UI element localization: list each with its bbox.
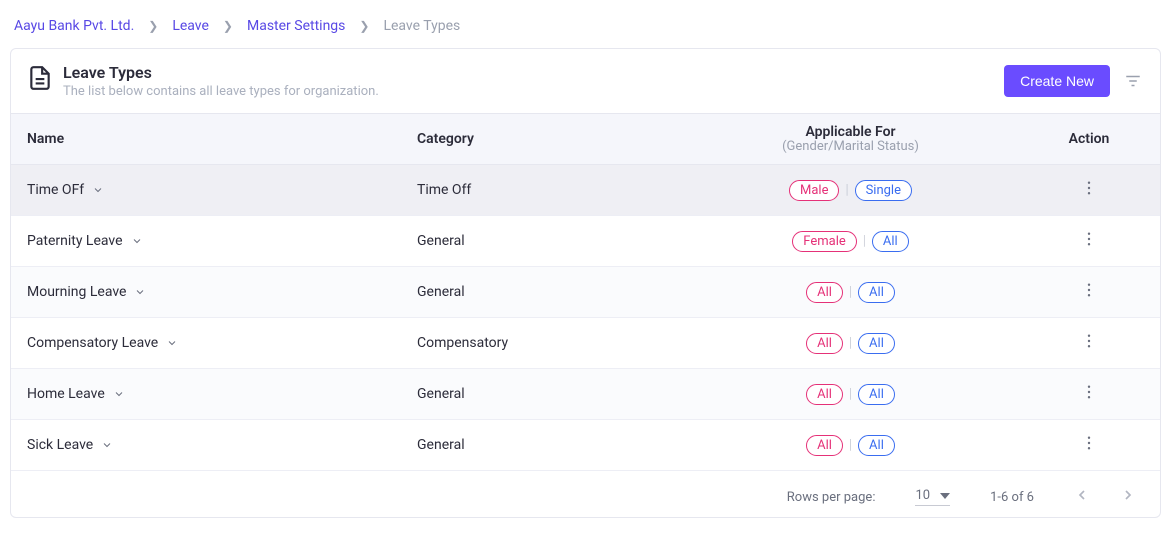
row-action: [1034, 434, 1144, 456]
marital-badge: All: [858, 435, 895, 456]
row-action: [1034, 179, 1144, 201]
gender-badge: All: [806, 282, 843, 303]
badge-divider: |: [849, 437, 852, 453]
leave-type-name: Compensatory Leave: [27, 335, 158, 351]
leave-type-name: Mourning Leave: [27, 284, 126, 300]
row-name-cell[interactable]: Paternity Leave: [27, 233, 417, 249]
row-action-menu[interactable]: [1080, 230, 1098, 252]
row-category: Time Off: [417, 182, 667, 198]
rows-per-page-select[interactable]: 10: [915, 488, 950, 506]
row-applicable: All | All: [667, 435, 1034, 456]
marital-badge: All: [858, 282, 895, 303]
row-applicable: Male | Single: [667, 180, 1034, 201]
table-row: Mourning Leave General All | All: [11, 267, 1160, 318]
table-row: Home Leave General All | All: [11, 369, 1160, 420]
row-applicable: All | All: [667, 282, 1034, 303]
page-title: Leave Types: [63, 63, 379, 82]
breadcrumb-link[interactable]: Leave: [172, 18, 209, 34]
marital-badge: All: [858, 384, 895, 405]
row-name-cell[interactable]: Home Leave: [27, 386, 417, 402]
column-header-name: Name: [27, 131, 417, 147]
row-action-menu[interactable]: [1080, 332, 1098, 354]
row-name-cell[interactable]: Compensatory Leave: [27, 335, 417, 351]
chevron-right-icon: ❯: [359, 19, 369, 33]
row-action-menu[interactable]: [1080, 179, 1098, 201]
chevron-right-icon: ❯: [148, 19, 158, 33]
marital-badge: All: [872, 231, 909, 252]
gender-badge: All: [806, 435, 843, 456]
row-action: [1034, 332, 1144, 354]
pagination-range: 1-6 of 6: [990, 490, 1034, 505]
chevron-down-icon: [92, 184, 104, 196]
marital-badge: All: [858, 333, 895, 354]
row-name-cell[interactable]: Time OFf: [27, 182, 417, 198]
row-applicable: All | All: [667, 384, 1034, 405]
row-category: General: [417, 437, 667, 453]
row-action-menu[interactable]: [1080, 281, 1098, 303]
badge-divider: |: [849, 335, 852, 351]
table-row: Time OFf Time Off Male | Single: [11, 165, 1160, 216]
breadcrumb-link[interactable]: Aayu Bank Pvt. Ltd.: [14, 18, 134, 34]
row-name-cell[interactable]: Mourning Leave: [27, 284, 417, 300]
document-icon: [27, 65, 53, 91]
chevron-down-icon: [166, 337, 178, 349]
chevron-down-icon: [113, 388, 125, 400]
breadcrumb-current: Leave Types: [383, 18, 460, 34]
gender-badge: All: [806, 333, 843, 354]
card-header: Leave Types The list below contains all …: [11, 49, 1160, 114]
row-name-cell[interactable]: Sick Leave: [27, 437, 417, 453]
table-row: Paternity Leave General Female | All: [11, 216, 1160, 267]
chevron-down-icon: [131, 235, 143, 247]
pagination-prev[interactable]: [1074, 487, 1090, 507]
row-action: [1034, 230, 1144, 252]
rows-per-page-label: Rows per page:: [787, 490, 876, 505]
row-category: Compensatory: [417, 335, 667, 351]
chevron-down-icon: [101, 439, 113, 451]
badge-divider: |: [863, 233, 866, 249]
leave-type-name: Paternity Leave: [27, 233, 123, 249]
badge-divider: |: [845, 182, 848, 198]
table-row: Compensatory Leave Compensatory All | All: [11, 318, 1160, 369]
page-subtitle: The list below contains all leave types …: [63, 84, 379, 99]
marital-badge: Single: [855, 180, 912, 201]
chevron-right-icon: ❯: [223, 19, 233, 33]
leave-type-name: Time OFf: [27, 182, 84, 198]
row-category: General: [417, 386, 667, 402]
row-action: [1034, 281, 1144, 303]
table-row: Sick Leave General All | All: [11, 420, 1160, 471]
row-applicable: Female | All: [667, 231, 1034, 252]
create-new-button[interactable]: Create New: [1004, 65, 1110, 97]
breadcrumb-link[interactable]: Master Settings: [247, 18, 345, 34]
gender-badge: Male: [789, 180, 839, 201]
row-action-menu[interactable]: [1080, 383, 1098, 405]
leave-type-name: Sick Leave: [27, 437, 93, 453]
gender-badge: Female: [792, 231, 856, 252]
breadcrumb: Aayu Bank Pvt. Ltd. ❯ Leave ❯ Master Set…: [10, 10, 1161, 48]
pagination: Rows per page: 10 1-6 of 6: [11, 471, 1160, 517]
column-header-action: Action: [1034, 131, 1144, 147]
pagination-next[interactable]: [1120, 487, 1136, 507]
leave-types-card: Leave Types The list below contains all …: [10, 48, 1161, 518]
leave-type-name: Home Leave: [27, 386, 105, 402]
row-category: General: [417, 284, 667, 300]
table-header: Name Category Applicable For (Gender/Mar…: [11, 114, 1160, 165]
row-action-menu[interactable]: [1080, 434, 1098, 456]
row-applicable: All | All: [667, 333, 1034, 354]
badge-divider: |: [849, 284, 852, 300]
column-header-applicable: Applicable For (Gender/Marital Status): [667, 124, 1034, 154]
row-action: [1034, 383, 1144, 405]
column-header-category: Category: [417, 131, 667, 147]
chevron-down-icon: [134, 286, 146, 298]
badge-divider: |: [849, 386, 852, 402]
filter-icon[interactable]: [1124, 72, 1142, 90]
row-category: General: [417, 233, 667, 249]
gender-badge: All: [806, 384, 843, 405]
